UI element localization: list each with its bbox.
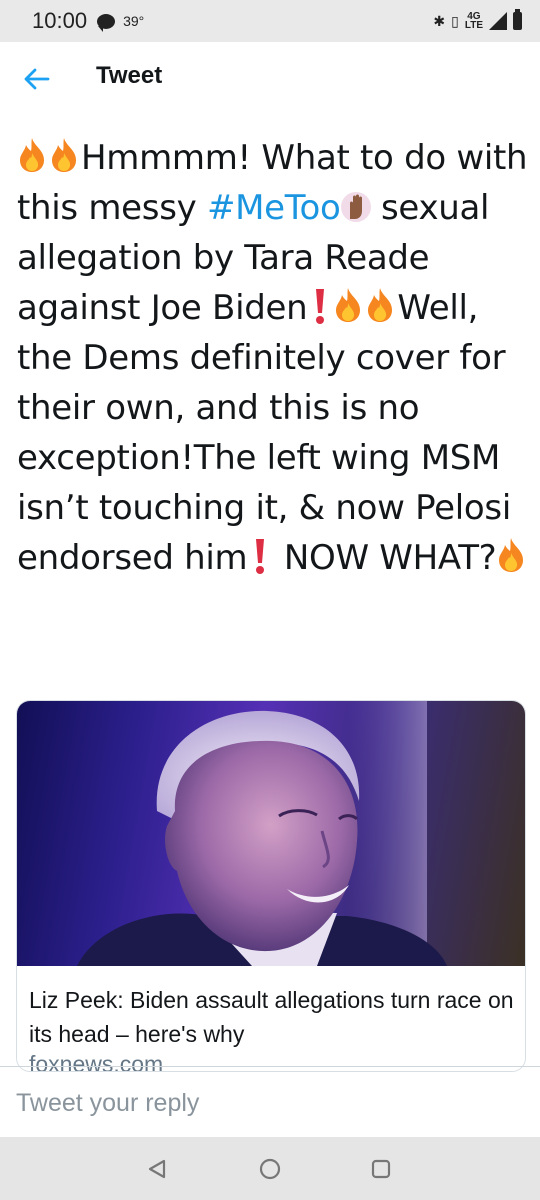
network-type-bottom: LTE bbox=[464, 20, 483, 31]
page-title: Tweet bbox=[96, 62, 163, 89]
tweet-text-part4: NOW WHAT? bbox=[273, 538, 497, 578]
nav-recents-icon[interactable] bbox=[369, 1157, 393, 1181]
fire-emoji-icon bbox=[17, 137, 47, 173]
red-exclamation-emoji-icon bbox=[313, 287, 327, 325]
network-type-badge: 4G LTE bbox=[464, 12, 483, 31]
battery-icon bbox=[513, 9, 522, 30]
status-time: 10:00 bbox=[32, 8, 88, 33]
nav-back-icon[interactable] bbox=[145, 1157, 169, 1181]
bluetooth-icon: ✱ bbox=[433, 12, 446, 29]
card-title: Liz Peek: Biden assault allegations turn… bbox=[29, 987, 514, 1047]
hashtag-link[interactable]: #MeToo bbox=[207, 188, 341, 228]
card-image bbox=[17, 701, 525, 966]
fire-emoji-icon bbox=[49, 137, 79, 173]
status-indicators: ✱ ▯ 4G LTE bbox=[433, 9, 522, 31]
portrait-image bbox=[77, 701, 447, 966]
reply-input[interactable] bbox=[16, 1078, 526, 1128]
tweet-text-part3: Well, the Dems definitely cover for thei… bbox=[17, 288, 511, 578]
tweet-body: Hmmmm! What to do with this messy #MeToo… bbox=[17, 133, 532, 583]
reply-divider bbox=[0, 1066, 540, 1067]
nav-home-icon[interactable] bbox=[258, 1157, 282, 1181]
raised-hand-emoji-icon bbox=[341, 189, 371, 223]
status-temperature: 39° bbox=[123, 13, 145, 29]
arrow-left-icon[interactable] bbox=[22, 64, 52, 94]
card-domain: foxnews.com bbox=[29, 1051, 164, 1072]
link-preview-card[interactable]: Liz Peek: Biden assault allegations turn… bbox=[16, 700, 526, 1072]
fire-emoji-icon bbox=[333, 287, 363, 323]
fire-emoji-icon bbox=[496, 537, 526, 573]
red-exclamation-emoji-icon bbox=[253, 537, 267, 575]
fire-emoji-icon bbox=[365, 287, 395, 323]
chat-notification-icon bbox=[97, 13, 116, 32]
vibrate-icon: ▯ bbox=[451, 12, 459, 29]
app-header: Tweet bbox=[0, 42, 540, 114]
system-nav-bar bbox=[0, 1137, 540, 1200]
status-bar: 10:00 39° ✱ ▯ 4G LTE bbox=[0, 0, 540, 42]
signal-icon bbox=[489, 12, 507, 30]
